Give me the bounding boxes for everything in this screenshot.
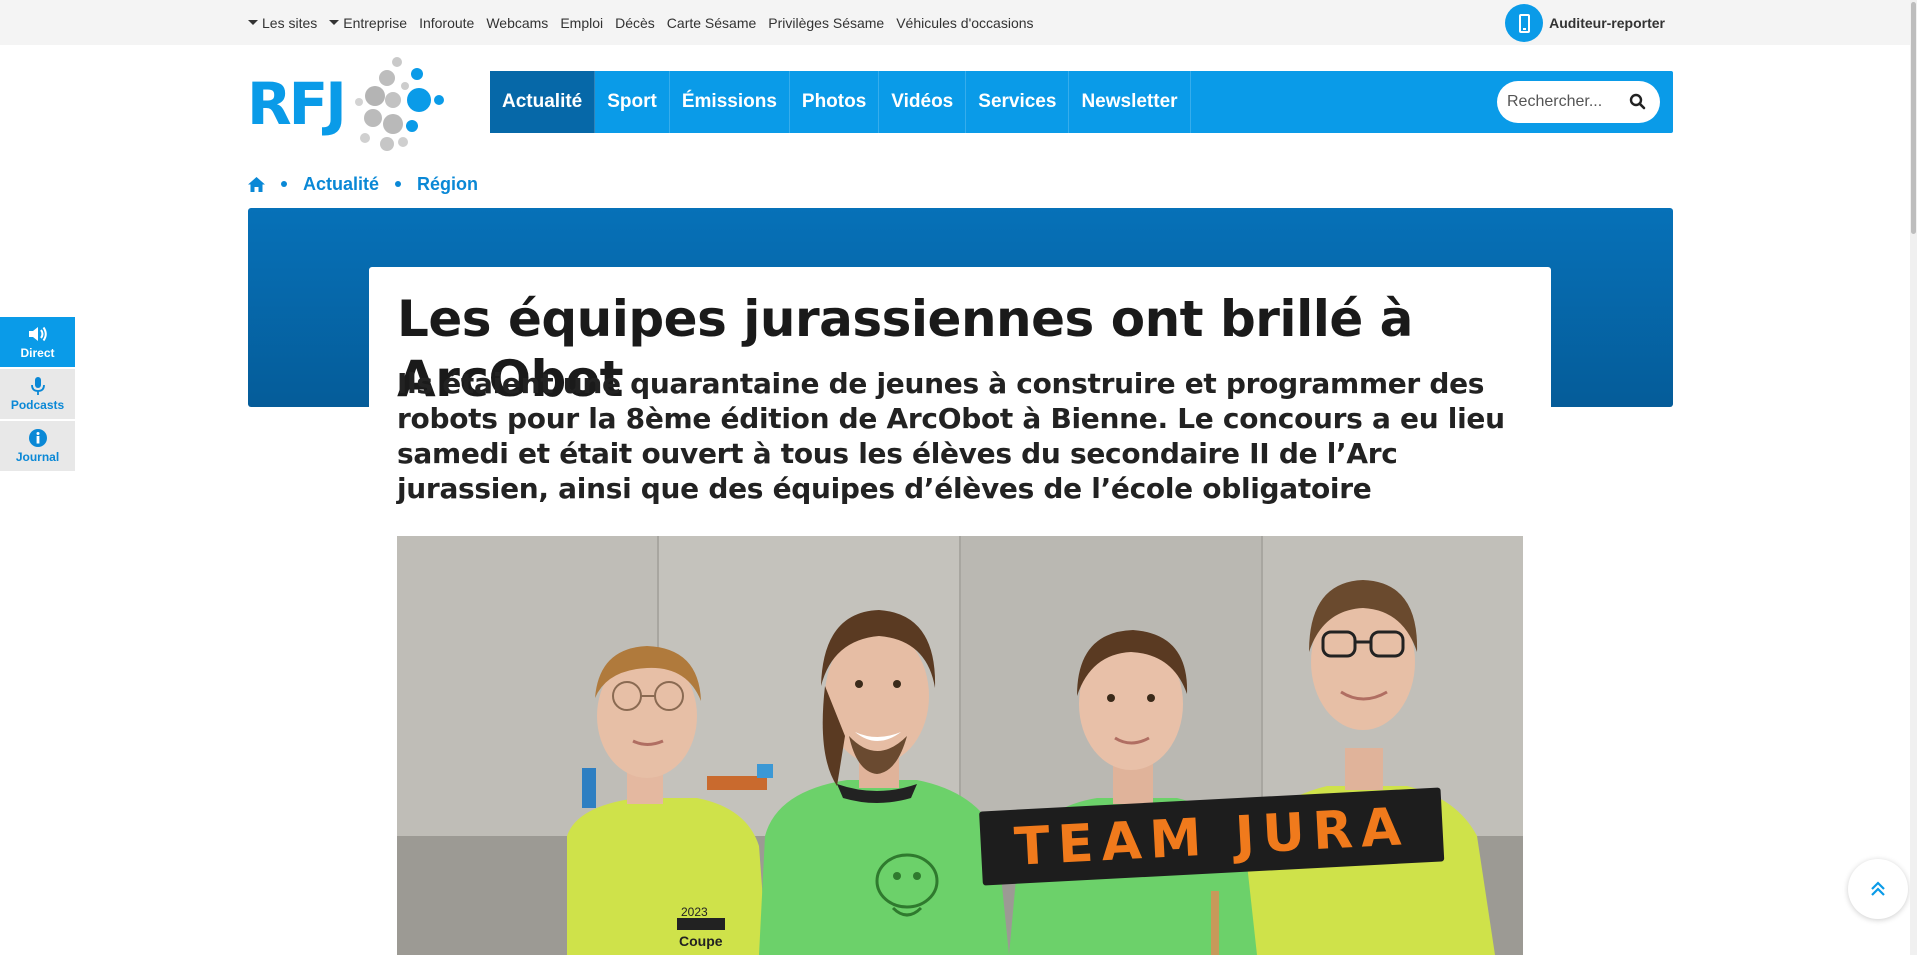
player-direct-label: Direct — [20, 346, 55, 360]
nav-item-videos[interactable]: Vidéos — [879, 71, 967, 133]
search-box — [1497, 81, 1660, 123]
player-journal-button[interactable]: Journal — [0, 421, 75, 471]
article-photo[interactable]: 2023 Coupe TEAM JURA — [397, 536, 1523, 955]
breadcrumb: Actualité Région — [248, 172, 478, 196]
info-icon — [28, 429, 47, 447]
nav-item-sport[interactable]: Sport — [595, 71, 670, 133]
smartphone-icon — [1505, 4, 1544, 42]
main-navigation: Actualité Sport Émissions Photos Vidéos … — [490, 71, 1673, 133]
audio-player-sidebar: Direct Podcasts Journal — [0, 317, 75, 473]
top-link-inforoute[interactable]: Inforoute — [419, 15, 474, 31]
breadcrumb-actualite[interactable]: Actualité — [303, 174, 379, 195]
player-podcasts-button[interactable]: Podcasts — [0, 369, 75, 419]
top-link-privileges-sesame[interactable]: Privilèges Sésame — [768, 15, 884, 31]
team-photo-illustration: 2023 Coupe TEAM JURA — [397, 536, 1523, 955]
top-link-label: Entreprise — [343, 14, 408, 31]
nav-item-newsletter[interactable]: Newsletter — [1069, 71, 1191, 133]
page-scrollbar[interactable] — [1910, 0, 1917, 955]
rfj-logo[interactable]: RFJ — [247, 52, 450, 156]
breadcrumb-separator — [395, 181, 402, 187]
top-link-emploi[interactable]: Emploi — [560, 15, 603, 31]
top-links: Les sites Entreprise Inforoute Webcams E… — [248, 0, 1046, 45]
player-podcasts-label: Podcasts — [10, 398, 65, 412]
top-utility-bar: Les sites Entreprise Inforoute Webcams E… — [0, 0, 1917, 45]
shirt-text-year: 2023 — [681, 905, 708, 919]
nav-item-services[interactable]: Services — [966, 71, 1070, 133]
player-direct-button[interactable]: Direct — [0, 317, 75, 367]
top-link-vehicules-occasions[interactable]: Véhicules d'occasions — [896, 15, 1033, 31]
scroll-to-top-button[interactable] — [1848, 859, 1908, 919]
search-input[interactable] — [1507, 93, 1625, 111]
auditeur-reporter-label: Auditeur-reporter — [1549, 15, 1665, 31]
auditeur-reporter-link[interactable]: Auditeur-reporter — [1505, 4, 1665, 42]
logo-dots-graphic: RFJ — [247, 57, 444, 151]
nav-item-actualite[interactable]: Actualité — [490, 71, 596, 133]
breadcrumb-separator — [281, 181, 287, 187]
top-link-deces[interactable]: Décès — [615, 15, 655, 31]
top-link-les-sites[interactable]: Les sites — [248, 15, 317, 31]
home-icon[interactable] — [248, 176, 265, 192]
shirt-text-coupe: Coupe — [679, 933, 723, 949]
caret-down-icon — [329, 20, 340, 25]
speaker-icon — [28, 326, 47, 342]
microphone-icon — [30, 377, 45, 395]
top-link-carte-sesame[interactable]: Carte Sésame — [667, 15, 756, 31]
nav-item-emissions[interactable]: Émissions — [670, 71, 790, 133]
nav-item-photos[interactable]: Photos — [790, 71, 880, 133]
search-icon[interactable] — [1629, 93, 1646, 110]
top-link-webcams[interactable]: Webcams — [486, 15, 548, 31]
top-link-entreprise[interactable]: Entreprise — [329, 15, 407, 31]
breadcrumb-region[interactable]: Région — [417, 174, 478, 195]
player-journal-label: Journal — [15, 450, 60, 464]
caret-down-icon — [248, 20, 258, 25]
logo-wordmark: RFJ — [247, 70, 344, 138]
scrollbar-thumb[interactable] — [1911, 2, 1916, 234]
double-chevron-up-icon — [1871, 881, 1885, 896]
article-lead: Ils étaient une quarantaine de jeunes à … — [397, 367, 1505, 505]
top-link-label: Les sites — [262, 14, 318, 31]
